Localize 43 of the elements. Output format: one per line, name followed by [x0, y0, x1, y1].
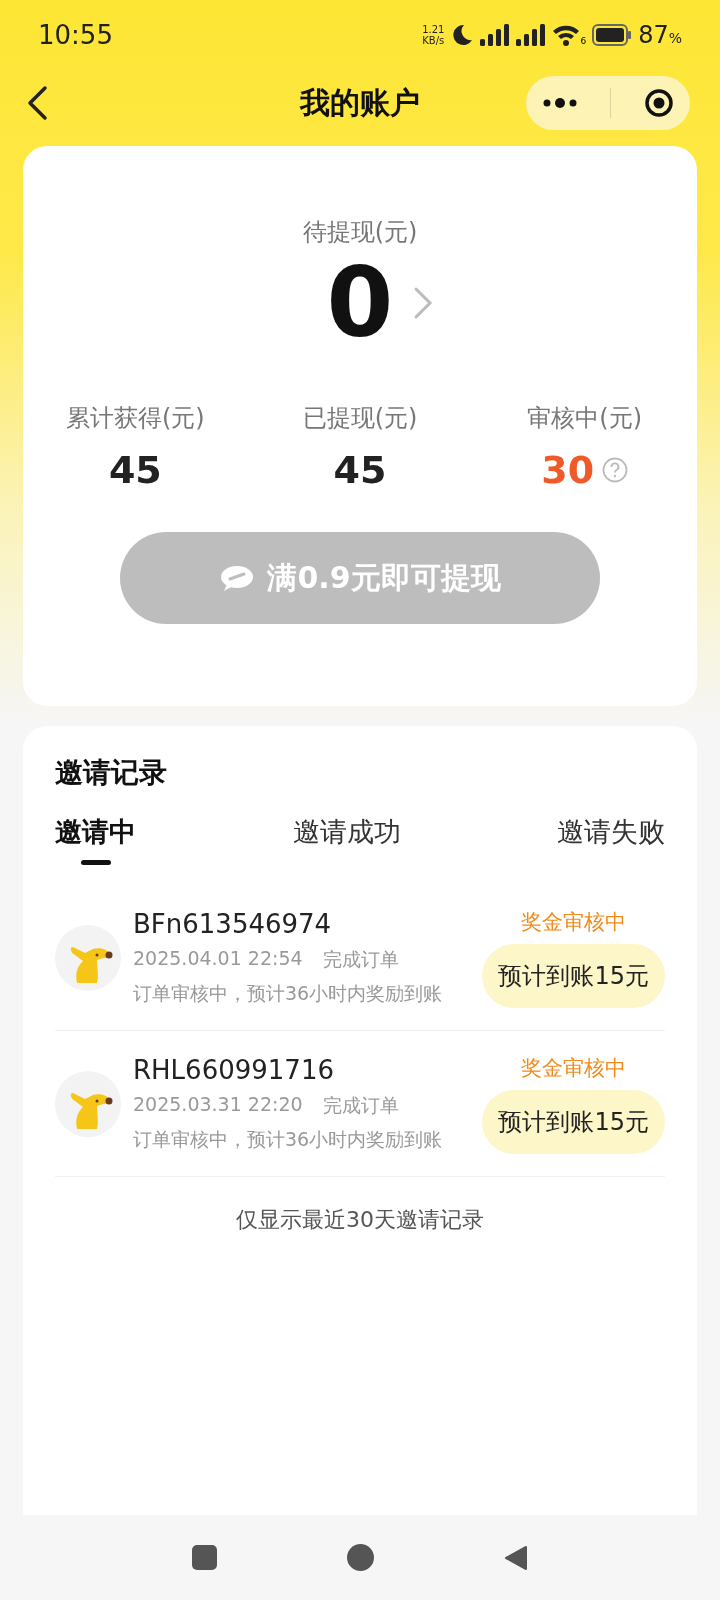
- back-icon[interactable]: [26, 85, 48, 121]
- record-note: 订单审核中，预计36小时内奖励到账: [133, 980, 443, 1006]
- reward-status: 奖金审核中: [521, 1054, 627, 1082]
- invitee-id: BFn613546974: [133, 908, 333, 939]
- reward-status: 奖金审核中: [521, 908, 627, 936]
- tab-indicator: [80, 860, 111, 865]
- signal-icon: [516, 24, 547, 46]
- battery-icon: [592, 24, 633, 46]
- close-icon[interactable]: [643, 88, 674, 118]
- page-title: 我的账户: [300, 83, 420, 122]
- record-action: 完成订单: [322, 946, 399, 972]
- reward-badge: 预计到账15元: [482, 943, 665, 1008]
- tab[interactable]: 邀请失败: [557, 814, 665, 850]
- status-time: 10:55: [38, 20, 113, 50]
- record-note: 订单审核中，预计36小时内奖励到账: [133, 1126, 443, 1152]
- footer-note: 仅显示最近30天邀请记录: [236, 1206, 484, 1234]
- chat-bubble-icon: [219, 564, 256, 592]
- section-title: 邀请记录: [55, 755, 168, 791]
- stat-value: 45: [333, 448, 387, 492]
- avatar-icon: [55, 924, 121, 991]
- record-action: 完成订单: [322, 1092, 399, 1118]
- record-time: 2025.04.01 22:54: [133, 946, 303, 971]
- stat-label: 已提现(元): [302, 403, 418, 434]
- battery-level: 87%: [638, 21, 682, 49]
- home-button[interactable]: [347, 1544, 374, 1571]
- signal-icon: [480, 24, 511, 46]
- more-icon[interactable]: [542, 97, 579, 109]
- invitee-id: RHL660991716: [133, 1054, 335, 1085]
- stat-value: 30: [541, 448, 595, 492]
- reward-badge: 预计到账15元: [482, 1089, 665, 1154]
- balance-amount: 0: [326, 248, 394, 358]
- network-speed: 1.21 KB/s: [422, 24, 445, 46]
- record-time: 2025.03.31 22:20: [133, 1092, 303, 1117]
- recents-button[interactable]: [192, 1545, 217, 1570]
- tab[interactable]: 邀请中: [55, 814, 136, 850]
- avatar-icon: [55, 1070, 121, 1137]
- moon-icon: [450, 23, 475, 47]
- back-button[interactable]: [504, 1544, 528, 1571]
- stat-label: 累计获得(元): [65, 403, 205, 434]
- balance-label: 待提现(元): [302, 217, 418, 248]
- tab[interactable]: 邀请成功: [292, 814, 401, 850]
- stat-value: 45: [108, 448, 162, 492]
- stat-label: 审核中(元): [527, 403, 643, 434]
